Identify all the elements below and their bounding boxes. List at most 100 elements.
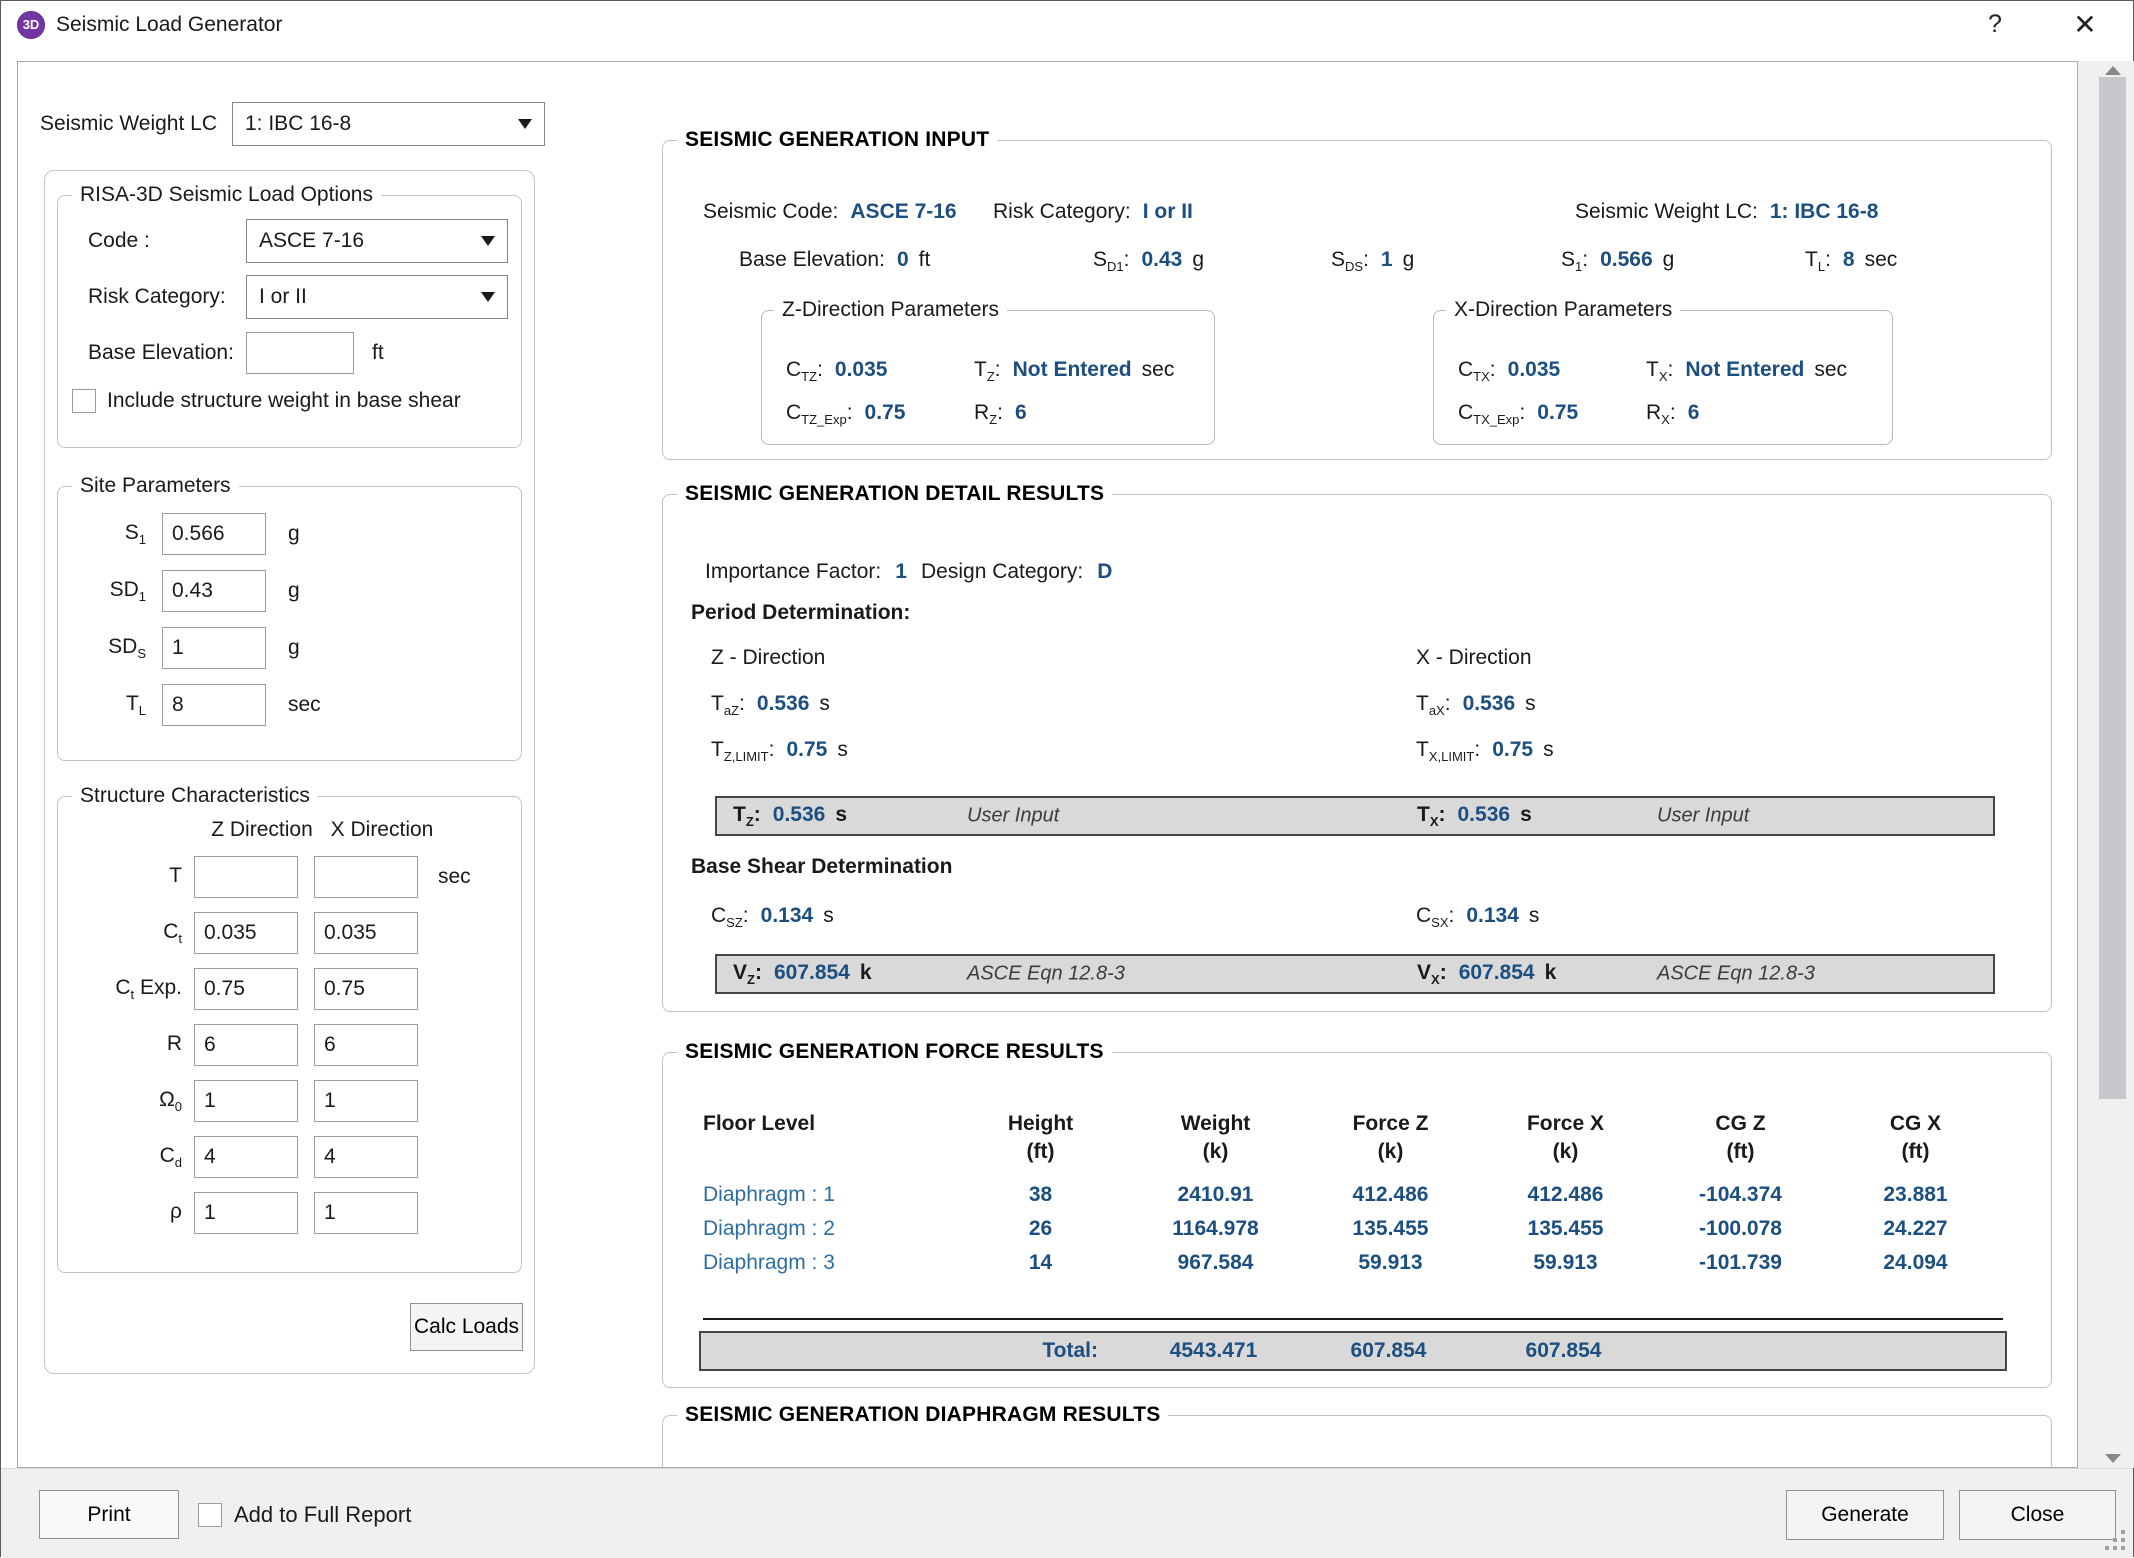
table-row: Diaphragm : 1 38 2410.91 412.486 412.486… xyxy=(703,1178,2003,1212)
ctx-exp-stat: CTX_Exp:0.75 xyxy=(1458,401,1578,427)
calc-loads-button[interactable]: Calc Loads xyxy=(410,1303,523,1351)
ctx-stat: CTX:0.035 xyxy=(1458,358,1560,384)
chevron-down-icon xyxy=(518,119,532,129)
sds-input[interactable] xyxy=(162,627,266,669)
seismic-weight-lc-select[interactable]: 1: IBC 16-8 xyxy=(232,102,545,146)
csz-stat: CSZ:0.134s xyxy=(711,904,834,930)
sds-unit: g xyxy=(288,636,300,660)
close-icon[interactable]: ✕ xyxy=(2065,5,2105,43)
resize-grip-icon[interactable] xyxy=(2103,1528,2127,1552)
tax-stat: TaX:0.536s xyxy=(1416,692,1536,718)
seismic-weight-lc-label: Seismic Weight LC xyxy=(40,112,232,136)
ct-exp-z-input[interactable] xyxy=(194,968,298,1010)
s1-label: S1 xyxy=(80,521,146,547)
seismic-load-generator-dialog: { "titlebar": { "icon_text": "3D", "titl… xyxy=(0,0,2134,1557)
rho-z-input[interactable] xyxy=(194,1192,298,1234)
z-direction-column-label: Z Direction xyxy=(210,818,314,842)
r-label: R xyxy=(58,1032,194,1058)
risk-category-label: Risk Category: xyxy=(88,285,246,309)
tx-final-stat: TX:0.536s xyxy=(1417,803,1532,829)
omega0-label: Ω0 xyxy=(58,1088,194,1114)
risk-category-select[interactable]: I or II xyxy=(246,275,508,319)
omega0-z-input[interactable] xyxy=(194,1080,298,1122)
site-parameters-legend: Site Parameters xyxy=(72,474,239,498)
app-3d-icon: 3D xyxy=(17,11,45,39)
gi-risk-category: Risk Category:I or II xyxy=(993,200,1193,224)
close-button[interactable]: Close xyxy=(1959,1490,2116,1540)
force-results-legend: SEISMIC GENERATION FORCE RESULTS xyxy=(677,1040,1112,1064)
txlimit-stat: TX,LIMIT:0.75s xyxy=(1416,738,1554,764)
x-params-legend: X-Direction Parameters xyxy=(1446,298,1680,322)
period-determination-title: Period Determination: xyxy=(691,601,910,625)
table-row: Diaphragm : 2 26 1164.978 135.455 135.45… xyxy=(703,1212,2003,1246)
structure-characteristics-legend: Structure Characteristics xyxy=(72,784,318,808)
scrollbar-thumb[interactable] xyxy=(2099,77,2126,1099)
t-z-input[interactable] xyxy=(194,856,298,898)
vz-note: ASCE Eqn 12.8-3 xyxy=(967,963,1125,986)
include-weight-checkbox[interactable] xyxy=(72,389,96,413)
tz-final-stat: TZ:0.536s xyxy=(733,803,847,829)
rho-x-input[interactable] xyxy=(314,1192,418,1234)
omega0-row: Ω0 xyxy=(58,1080,521,1122)
r-x-input[interactable] xyxy=(314,1024,418,1066)
t-row: T sec xyxy=(58,856,521,898)
force-total-bar: Total: 4543.471 607.854 607.854 xyxy=(699,1331,2007,1371)
base-shear-result-bar: VZ:607.854k ASCE Eqn 12.8-3 VX:607.854k … xyxy=(715,954,1995,994)
scroll-up-icon[interactable] xyxy=(2105,66,2121,75)
sd1-input[interactable] xyxy=(162,570,266,612)
sds-label: SDS xyxy=(80,635,146,661)
tz-note: User Input xyxy=(967,805,1059,828)
chevron-down-icon xyxy=(481,236,495,246)
seismic-generation-detail-results-group: SEISMIC GENERATION DETAIL RESULTS Import… xyxy=(662,482,2052,1012)
z-direction-parameters-group: Z-Direction Parameters CTZ:0.035 TZ:Not … xyxy=(761,298,1215,445)
detail-results-legend: SEISMIC GENERATION DETAIL RESULTS xyxy=(677,482,1112,506)
rho-row: ρ xyxy=(58,1192,521,1234)
diaphragm-results-legend: SEISMIC GENERATION DIAPHRAGM RESULTS xyxy=(677,1403,1168,1427)
rx-stat: RX:6 xyxy=(1646,401,1699,427)
t-x-input[interactable] xyxy=(314,856,418,898)
gi-sd1: SD1:0.43g xyxy=(1093,248,1204,274)
base-elevation-unit: ft xyxy=(372,341,384,365)
seismic-generation-input-group: SEISMIC GENERATION INPUT Seismic Code:AS… xyxy=(662,128,2052,460)
x-direction-parameters-group: X-Direction Parameters CTX:0.035 TX:Not … xyxy=(1433,298,1893,445)
ct-z-input[interactable] xyxy=(194,912,298,954)
ctz-stat: CTZ:0.035 xyxy=(786,358,887,384)
tl-unit: sec xyxy=(288,693,321,717)
r-z-input[interactable] xyxy=(194,1024,298,1066)
tl-row: TL sec xyxy=(80,684,521,726)
base-elevation-label: Base Elevation: xyxy=(88,341,246,365)
site-parameters-group: Site Parameters S1 g SD1 g SDS g TL sec xyxy=(57,474,522,761)
tl-input[interactable] xyxy=(162,684,266,726)
ctz-exp-stat: CTZ_Exp:0.75 xyxy=(786,401,905,427)
t-unit: sec xyxy=(438,865,471,889)
code-label: Code : xyxy=(88,229,246,253)
s1-input[interactable] xyxy=(162,513,266,555)
ct-x-input[interactable] xyxy=(314,912,418,954)
base-elevation-input[interactable] xyxy=(246,332,354,374)
print-button[interactable]: Print xyxy=(39,1490,179,1539)
code-select[interactable]: ASCE 7-16 xyxy=(246,219,508,263)
tz-stat: TZ:Not Enteredsec xyxy=(974,358,1174,384)
cd-z-input[interactable] xyxy=(194,1136,298,1178)
cd-row: Cd xyxy=(58,1136,521,1178)
seismic-generation-force-results-group: SEISMIC GENERATION FORCE RESULTS Floor L… xyxy=(662,1040,2052,1388)
help-button[interactable]: ? xyxy=(1975,5,2015,43)
scroll-down-icon[interactable] xyxy=(2105,1454,2121,1463)
sd1-row: SD1 g xyxy=(80,570,521,612)
ct-label: Ct xyxy=(58,920,194,946)
ct-exp-x-input[interactable] xyxy=(314,968,418,1010)
omega0-x-input[interactable] xyxy=(314,1080,418,1122)
direction-column-headers: Z Direction X Direction xyxy=(210,818,521,842)
add-to-report-checkbox[interactable] xyxy=(198,1503,222,1527)
add-to-report-row: Add to Full Report xyxy=(198,1502,411,1528)
z-params-legend: Z-Direction Parameters xyxy=(774,298,1007,322)
vertical-scrollbar xyxy=(2078,61,2134,1468)
dialog-footer: Print Add to Full Report Generate Close xyxy=(1,1468,2133,1558)
z-direction-title: Z - Direction xyxy=(711,646,825,670)
options-group-legend: RISA-3D Seismic Load Options xyxy=(72,183,381,207)
importance-factor: Importance Factor:1 xyxy=(705,560,907,584)
cd-x-input[interactable] xyxy=(314,1136,418,1178)
generate-button[interactable]: Generate xyxy=(1786,1490,1944,1540)
tzlimit-stat: TZ,LIMIT:0.75s xyxy=(711,738,848,764)
tx-note: User Input xyxy=(1657,805,1749,828)
